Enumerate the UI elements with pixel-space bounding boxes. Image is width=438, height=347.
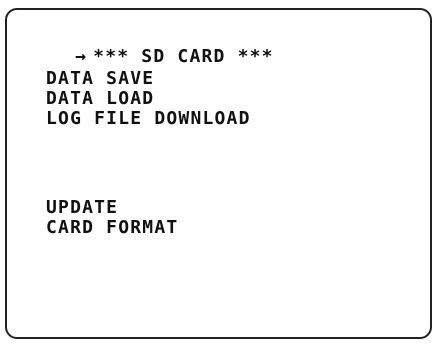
menu-title: *** SD CARD ***	[93, 46, 274, 67]
menu-item-data-load[interactable]: DATA LOAD	[46, 89, 154, 109]
sd-card-menu-screen: → *** SD CARD *** DATA SAVE DATA LOAD LOG…	[5, 8, 432, 339]
menu-item-card-format[interactable]: CARD FORMAT	[46, 218, 178, 238]
menu-item-log-file-download[interactable]: LOG FILE DOWNLOAD	[46, 109, 251, 129]
right-arrow-icon: →	[75, 46, 88, 67]
menu-item-data-save[interactable]: DATA SAVE	[46, 69, 154, 89]
menu-item-update[interactable]: UPDATE	[46, 198, 118, 218]
